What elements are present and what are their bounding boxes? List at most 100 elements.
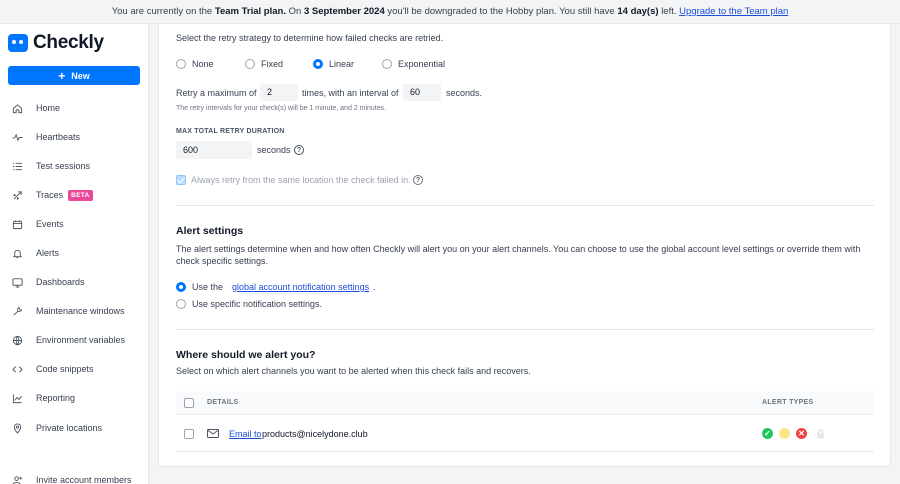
new-button[interactable]: + New [8, 66, 140, 85]
code-icon [12, 365, 23, 373]
degraded-alert-icon[interactable] [779, 428, 790, 439]
radio-button-selected[interactable] [176, 282, 186, 292]
retry-option-exponential[interactable]: Exponential [382, 59, 445, 69]
radio-button[interactable] [176, 299, 186, 309]
alert-channels-title: Where should we alert you? [176, 349, 316, 361]
radio-label-suffix: . [373, 282, 376, 292]
sidebar-item-label: Test sessions [36, 161, 91, 171]
help-icon[interactable]: ? [294, 145, 304, 155]
logo-text: Checkly [33, 32, 104, 53]
sidebar-item-alerts[interactable]: Alerts [0, 243, 148, 263]
upgrade-link[interactable]: Upgrade to the Team plan [679, 6, 788, 17]
max-retry-duration-unit: seconds [257, 145, 291, 155]
sidebar-item-reporting[interactable]: Reporting [0, 388, 148, 408]
retry-interval-unit: seconds. [446, 88, 483, 98]
radio-label: Use the [192, 282, 224, 292]
location-pin-icon [13, 423, 22, 434]
banner-days: 14 day(s) [617, 6, 659, 17]
sidebar-item-home[interactable]: Home [0, 98, 148, 118]
monitor-icon [12, 277, 23, 288]
sidebar-item-code-snippets[interactable]: Code snippets [0, 359, 148, 379]
alert-channels-description: Select on which alert channels you want … [176, 366, 531, 376]
checkly-logo-icon [8, 34, 28, 52]
retry-max-label: Retry a maximum of [176, 88, 257, 98]
banner-text-4: left. [661, 6, 677, 17]
trial-banner: You are currently on the Team Trial plan… [0, 0, 900, 24]
retry-option-fixed[interactable]: Fixed [245, 59, 283, 69]
radio-label: None [192, 59, 214, 69]
row-checkbox[interactable] [184, 429, 194, 439]
sidebar-item-label: Heartbeats [36, 132, 81, 142]
calendar-icon [12, 219, 23, 229]
check-settings-card: Select the retry strategy to determine h… [158, 24, 891, 467]
alert-option-specific[interactable]: Use specific notification settings. [176, 299, 322, 309]
sidebar-item-heartbeats[interactable]: Heartbeats [0, 127, 148, 147]
email-icon [207, 429, 219, 438]
chart-icon [12, 393, 22, 403]
section-divider [176, 205, 874, 206]
column-details: DETAILS [207, 399, 239, 406]
alert-settings-title: Alert settings [176, 225, 244, 237]
sidebar-item-test-sessions[interactable]: Test sessions [0, 156, 148, 176]
home-icon [12, 103, 23, 113]
sidebar-item-label: Invite account members [36, 475, 132, 484]
retry-max-input[interactable]: 2 [260, 84, 298, 101]
sidebar-item-label: Private locations [36, 423, 103, 433]
heartbeat-icon [12, 132, 23, 141]
retry-interval-label: times, with an interval of [302, 88, 399, 98]
banner-date: 3 September 2024 [303, 6, 385, 17]
max-retry-duration-input[interactable]: 600 [176, 141, 252, 159]
rocket-icon [12, 190, 22, 200]
sidebar-item-label: Home [36, 103, 61, 113]
success-alert-icon[interactable]: ✓ [762, 428, 773, 439]
radio-button[interactable] [176, 59, 186, 69]
retry-option-none[interactable]: None [176, 59, 214, 69]
radio-button[interactable] [382, 59, 392, 69]
sidebar-item-private-locations[interactable]: Private locations [0, 418, 148, 438]
radio-label: Use specific notification settings. [192, 299, 323, 309]
list-icon [12, 162, 23, 170]
user-plus-icon [12, 475, 23, 484]
retry-interval-input[interactable]: 60 [403, 84, 441, 101]
sidebar-item-environment-variables[interactable]: Environment variables [0, 330, 148, 350]
global-settings-link[interactable]: global account notification settings [232, 282, 369, 292]
sidebar-item-traces[interactable]: Traces BETA [0, 185, 148, 205]
alert-settings-description: The alert settings determine when and ho… [176, 244, 861, 254]
sidebar-item-invite-account-members[interactable]: Invite account members [0, 470, 148, 484]
sidebar-item-label: Traces [36, 190, 64, 200]
sidebar-item-dashboards[interactable]: Dashboards [0, 272, 148, 292]
select-all-checkbox[interactable] [184, 398, 194, 408]
logo[interactable]: Checkly [8, 32, 104, 54]
radio-button-selected[interactable] [313, 59, 323, 69]
sidebar-item-label: Reporting [36, 393, 76, 403]
sidebar-item-label: Maintenance windows [36, 306, 125, 316]
banner-text-3: you'll be downgraded to the Hobby plan. … [387, 6, 615, 17]
sidebar: Checkly + New Home Heartbeats Test sessi… [0, 24, 149, 484]
email-channel-link[interactable]: Email to [229, 429, 262, 439]
banner-plan: Team Trial plan. [214, 6, 286, 17]
lock-icon[interactable] [816, 429, 825, 439]
section-divider [176, 329, 874, 330]
radio-button[interactable] [245, 59, 255, 69]
same-location-label: Always retry from the same location the … [191, 175, 411, 185]
same-location-checkbox[interactable] [176, 175, 186, 185]
help-icon[interactable]: ? [413, 175, 423, 185]
alert-option-global[interactable]: Use the global account notification sett… [176, 282, 376, 292]
banner-text-1: You are currently on the [111, 6, 213, 17]
radio-label: Exponential [398, 59, 446, 69]
wrench-icon [13, 306, 23, 315]
failure-alert-icon[interactable]: ✕ [796, 428, 807, 439]
retry-hint: The retry intervals for your check(s) wi… [176, 105, 387, 112]
beta-badge: BETA [68, 189, 93, 201]
banner-text-2: On [288, 6, 302, 17]
sidebar-item-label: Code snippets [36, 364, 94, 374]
sidebar-item-label: Dashboards [36, 277, 85, 287]
sidebar-item-maintenance-windows[interactable]: Maintenance windows [0, 301, 148, 321]
sidebar-item-label: Events [36, 219, 64, 229]
email-address: products@nicelydone.club [262, 429, 368, 439]
sidebar-item-label: Environment variables [36, 335, 126, 345]
table-row: Email to products@nicelydone.club ✓ ✕ [176, 416, 874, 452]
max-retry-duration-label: MAX TOTAL RETRY DURATION [176, 128, 285, 135]
sidebar-item-events[interactable]: Events [0, 214, 148, 234]
retry-option-linear[interactable]: Linear [313, 59, 354, 69]
